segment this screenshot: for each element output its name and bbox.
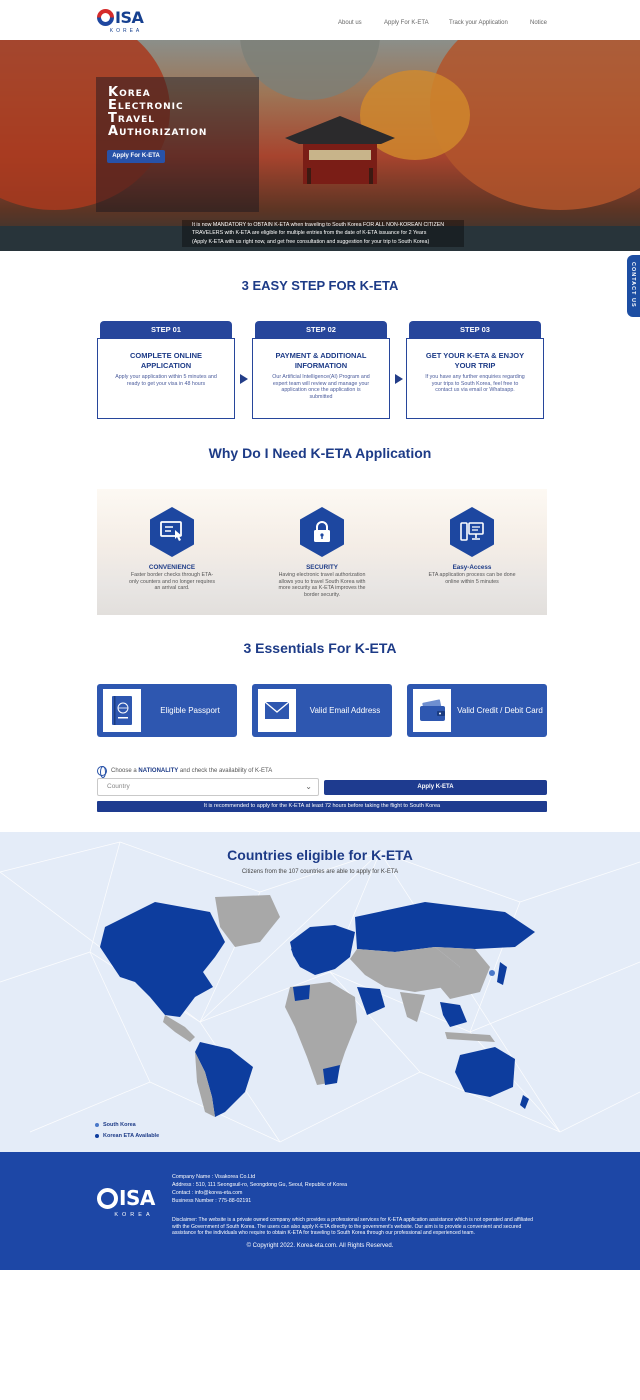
why-heading: SECURITY: [306, 564, 338, 571]
why-text: Faster border checks through ETA-only co…: [129, 572, 215, 591]
essentials-title: 3 Essentials For K-ETA: [243, 640, 397, 656]
company-address: Address : 510, 111 Seongsuil-ro, Seongdo…: [172, 1182, 348, 1188]
map-southeast-asia: [440, 1002, 467, 1027]
why-heading: CONVENIENCE: [148, 564, 196, 571]
passport-icon: [103, 689, 141, 732]
map-europe: [290, 925, 355, 975]
step-label: STEP 03: [409, 321, 541, 338]
step-label: STEP 02: [255, 321, 387, 338]
copyright: © Copyright 2022. Korea-eta.com. All Rig…: [246, 1243, 394, 1249]
business-number: Business Number : 775-88-02191: [172, 1198, 252, 1204]
company-info: Company Name : Visakorea Co.Ltd Address …: [172, 1173, 347, 1205]
step-arrow-icon: [240, 374, 248, 384]
step-text: Our Artificial Intelligence(AI) Program …: [272, 374, 370, 400]
essential-label: Eligible Passport: [160, 705, 220, 715]
footer-logo[interactable]: ISA KOREA: [97, 1186, 157, 1222]
why-text: ETA application process can be done onli…: [428, 572, 516, 585]
map-greenland: [215, 895, 280, 947]
why-item-security: SECURITY Having electronic travel author…: [267, 507, 377, 598]
step-text: Apply your application within 5 minutes …: [115, 374, 217, 387]
site-header: ISA KOREA About us Apply For K-ETA Track…: [0, 0, 640, 40]
chevron-down-icon: ⌄: [305, 782, 312, 791]
step-card-1: STEP 01 COMPLETE ONLINE APPLICATION Appl…: [97, 321, 235, 419]
site-footer: ISA KOREA Company Name : Visakorea Co.Lt…: [0, 1152, 640, 1270]
why-item-convenience: CONVENIENCE Faster border checks through…: [117, 507, 227, 592]
eligible-countries-section: Countries eligible for K-ETA Citizens fr…: [0, 832, 640, 1152]
email-icon: [258, 689, 296, 732]
map-russia: [355, 902, 535, 952]
footer-logo-mark-icon: [97, 1187, 118, 1209]
step-heading: PAYMENT & ADDITIONAL INFORMATION: [275, 351, 367, 370]
why-item-easy-access: Easy-Access ETA application process can …: [417, 507, 527, 585]
company-name: Company Name : Visakorea Co.Ltd: [172, 1174, 256, 1180]
why-text: Having electronic travel authorization a…: [278, 572, 366, 598]
footer-logo-subtext: KOREA: [114, 1212, 154, 1218]
legend-eta-available: Korean ETA Available: [95, 1133, 159, 1139]
wallet-card-icon: [413, 689, 451, 732]
company-contact[interactable]: Contact : info@korea-eta.com: [172, 1189, 347, 1197]
step-card-3: STEP 03 GET YOUR K-ETA & ENJOY YOUR TRIP…: [406, 321, 544, 419]
map-subtitle: Citizens from the 107 countries are able…: [241, 869, 399, 875]
hero-mountain: [240, 40, 380, 100]
map-middle-east: [357, 987, 385, 1015]
hero-banner: KOREA ELECTRONIC TRAVEL AUTHORIZATION Ap…: [0, 40, 640, 251]
essential-passport: Eligible Passport: [97, 684, 237, 737]
map-north-america: [100, 902, 225, 1017]
map-japan: [497, 962, 507, 985]
legend-dot-icon: [95, 1134, 99, 1138]
hero-title-box: KOREA ELECTRONIC TRAVEL AUTHORIZATION Ap…: [96, 77, 259, 212]
globe-icon: [97, 766, 107, 778]
essential-label: Valid Email Address: [309, 705, 381, 715]
map-central-america: [163, 1015, 195, 1042]
disclaimer: Disclaimer: The website is a private own…: [172, 1217, 533, 1237]
why-title: Why Do I Need K-ETA Application: [208, 445, 432, 461]
step-card-2: STEP 02 PAYMENT & ADDITIONAL INFORMATION…: [252, 321, 390, 419]
map-australia: [455, 1047, 515, 1097]
apply-keta-button[interactable]: Apply K-ETA: [324, 780, 547, 795]
map-new-zealand: [520, 1095, 529, 1109]
monitor-touch-icon: [150, 507, 194, 557]
legend-south-korea: South Korea: [95, 1122, 136, 1128]
nav-about-us[interactable]: About us: [338, 20, 362, 26]
map-south-korea: [489, 970, 495, 976]
why-heading: Easy-Access: [452, 564, 492, 571]
hero-notice: It is now MANDATORY to OBTAIN K-ETA when…: [182, 220, 464, 248]
map-india: [400, 992, 425, 1022]
lock-icon: [300, 507, 344, 557]
nav-apply[interactable]: Apply For K-ETA: [384, 20, 429, 26]
country-select[interactable]: Country ⌄: [97, 778, 319, 796]
why-panel: CONVENIENCE Faster border checks through…: [97, 489, 547, 615]
hero-apply-button[interactable]: Apply For K-ETA: [107, 150, 165, 163]
hero-title: KOREA ELECTRONIC TRAVEL AUTHORIZATION: [108, 85, 208, 139]
essential-email: Valid Email Address: [252, 684, 392, 737]
step-text: If you have any further enquiries regard…: [425, 374, 525, 394]
step-arrow-icon: [395, 374, 403, 384]
nationality-prompt: Choose a NATIONALITY and check the avail…: [97, 765, 272, 778]
essential-label: Valid Credit / Debit Card: [457, 705, 543, 715]
map-north-africa-eligible: [293, 985, 310, 1001]
world-map: [100, 895, 535, 1117]
computer-icon: [450, 507, 494, 557]
steps-title: 3 EASY STEP FOR K-ETA: [241, 278, 399, 293]
main-nav: About us Apply For K-ETA Track your Appl…: [0, 20, 640, 30]
step-heading: GET YOUR K-ETA & ENJOY YOUR TRIP: [425, 351, 525, 370]
recommendation-banner: It is recommended to apply for the K-ETA…: [97, 801, 547, 812]
footer-logo-text: ISA: [119, 1186, 155, 1210]
hero-pavilion: [285, 116, 395, 184]
step-heading: COMPLETE ONLINE APPLICATION: [129, 351, 203, 370]
essential-card: Valid Credit / Debit Card: [407, 684, 547, 737]
nav-track-application[interactable]: Track your Application: [449, 20, 508, 26]
step-label: STEP 01: [100, 321, 232, 338]
nav-notice[interactable]: Notice: [530, 20, 547, 26]
legend-dot-icon: [95, 1123, 99, 1127]
map-title: Countries eligible for K-ETA: [227, 847, 413, 863]
map-indonesia: [445, 1032, 495, 1042]
